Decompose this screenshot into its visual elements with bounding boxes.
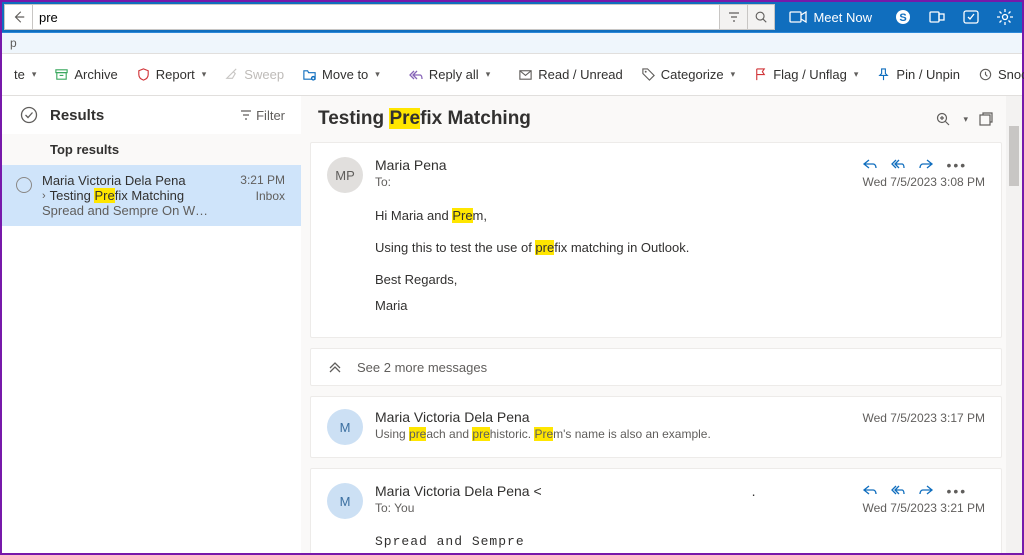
- chevron-down-icon[interactable]: ▾: [963, 114, 968, 125]
- search-filter-button[interactable]: [719, 4, 747, 30]
- message-card-collapsed[interactable]: M Maria Victoria Dela Pena Using preach …: [310, 396, 1002, 458]
- read-unread-button[interactable]: Read / Unread: [510, 54, 631, 95]
- message-to: To:: [375, 175, 850, 189]
- message-sender-name: Maria Victoria Dela Pena <.: [375, 483, 850, 499]
- popout-button[interactable]: [978, 111, 994, 127]
- envelope-icon: [518, 67, 533, 82]
- chevron-down-icon: ▾: [486, 69, 491, 80]
- reply-all-button[interactable]: [890, 157, 906, 173]
- more-actions-button[interactable]: •••: [946, 157, 967, 173]
- pin-icon: [876, 67, 891, 82]
- chevron-down-icon: ▾: [375, 69, 380, 80]
- message-to: To: You: [375, 501, 850, 515]
- select-checkbox[interactable]: [16, 177, 32, 193]
- message-subject: › Testing Prefix Matching: [42, 188, 230, 203]
- search-button[interactable]: [747, 4, 775, 30]
- reply-button[interactable]: [862, 483, 878, 499]
- tag-icon: [641, 67, 656, 82]
- meet-now-label: Meet Now: [813, 10, 872, 25]
- filter-icon: [240, 109, 252, 121]
- avatar: MP: [327, 157, 363, 193]
- chevron-down-icon: ▾: [32, 69, 37, 80]
- message-sender: Maria Victoria Dela Pena: [42, 173, 230, 188]
- skype-icon[interactable]: S: [886, 2, 920, 32]
- message-date: Wed 7/5/2023 3:08 PM: [862, 175, 985, 189]
- message-time: 3:21 PM: [240, 173, 285, 187]
- snooze-button[interactable]: Snooze▾: [970, 54, 1024, 95]
- check-circle-icon: [20, 106, 38, 124]
- results-heading: Results: [50, 107, 228, 124]
- camera-icon: [789, 10, 807, 24]
- clock-icon: [978, 67, 993, 82]
- message-body: Hi Maria and Prem, Using this to test th…: [311, 199, 1001, 337]
- flag-button[interactable]: Flag / Unflag▾: [745, 54, 866, 95]
- more-actions-button[interactable]: •••: [946, 483, 967, 499]
- settings-icon[interactable]: [988, 2, 1022, 32]
- archive-icon: [54, 67, 69, 82]
- avatar: M: [327, 409, 363, 445]
- reply-button[interactable]: [862, 157, 878, 173]
- todo-icon[interactable]: [954, 2, 988, 32]
- forward-button[interactable]: [918, 483, 934, 499]
- chevron-down-icon: ▾: [854, 69, 859, 80]
- meet-now-button[interactable]: Meet Now: [775, 2, 886, 32]
- teams-icon[interactable]: [920, 2, 954, 32]
- move-to-button[interactable]: Move to▾: [294, 54, 388, 95]
- message-sender-name: Maria Pena: [375, 157, 850, 173]
- strip-text: p: [10, 36, 17, 50]
- message-date: Wed 7/5/2023 3:21 PM: [862, 501, 985, 515]
- message-date: Wed 7/5/2023 3:17 PM: [862, 411, 985, 425]
- folder-icon: [302, 67, 317, 82]
- filter-button[interactable]: Filter: [240, 108, 285, 123]
- avatar: M: [327, 483, 363, 519]
- chevron-right-icon: ›: [42, 190, 46, 202]
- reply-all-button[interactable]: [890, 483, 906, 499]
- svg-text:S: S: [899, 12, 906, 24]
- top-results-label: Top results: [2, 134, 301, 165]
- shield-icon: [136, 67, 151, 82]
- message-card: M Maria Victoria Dela Pena <. To: You ••…: [310, 468, 1002, 553]
- archive-button[interactable]: Archive: [46, 54, 125, 95]
- chevron-down-icon: ▾: [202, 69, 207, 80]
- thread-title: Testing Prefix Matching: [318, 108, 935, 130]
- pin-button[interactable]: Pin / Unpin: [868, 54, 968, 95]
- search-back-button[interactable]: [4, 4, 32, 30]
- message-folder: Inbox: [240, 189, 285, 203]
- see-more-messages[interactable]: See 2 more messages: [310, 348, 1002, 386]
- chevron-down-icon: ▾: [731, 69, 736, 80]
- delete-button[interactable]: te▾: [6, 54, 44, 95]
- report-button[interactable]: Report▾: [128, 54, 215, 95]
- message-preview: Spread and Sempre On Wedn…: [42, 203, 212, 218]
- message-list-item[interactable]: Maria Victoria Dela Pena › Testing Prefi…: [2, 165, 301, 226]
- reply-all-icon: [408, 68, 424, 82]
- message-card: MP Maria Pena To: ••• Wed 7/5/2023 3:08 …: [310, 142, 1002, 338]
- reply-all-button[interactable]: Reply all▾: [400, 54, 498, 95]
- double-chevron-up-icon: [327, 359, 343, 375]
- flag-icon: [753, 67, 768, 82]
- message-sender-name: Maria Victoria Dela Pena: [375, 409, 850, 425]
- message-preview: Using preach and prehistoric. Prem's nam…: [375, 427, 850, 441]
- sweep-button[interactable]: Sweep: [216, 54, 292, 95]
- message-body: Spread and Sempre …: [311, 525, 1001, 553]
- categorize-button[interactable]: Categorize▾: [633, 54, 743, 95]
- forward-button[interactable]: [918, 157, 934, 173]
- search-input[interactable]: [32, 4, 719, 30]
- zoom-button[interactable]: [935, 111, 951, 127]
- sweep-icon: [224, 67, 239, 82]
- scrollbar[interactable]: [1006, 96, 1022, 553]
